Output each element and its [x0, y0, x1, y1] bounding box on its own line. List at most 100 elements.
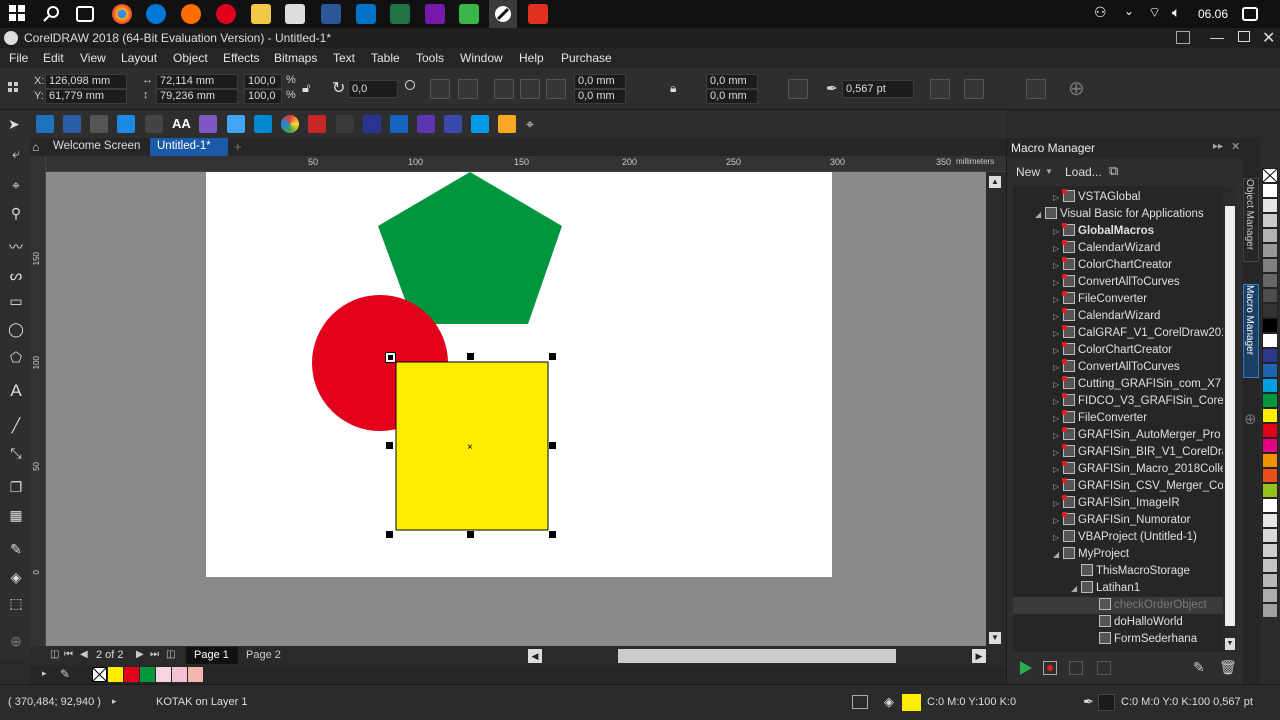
zoom-tool-icon[interactable]: ⚲: [6, 204, 26, 222]
tree-item[interactable]: ▷ ConvertAllToCurves: [1053, 359, 1180, 376]
tree-item[interactable]: ▷ GlobalMacros: [1053, 223, 1154, 240]
freehand-tool-icon[interactable]: 〰: [6, 238, 26, 256]
menu-layout[interactable]: Layout: [121, 51, 157, 65]
add-icon[interactable]: ⊕: [1068, 76, 1085, 101]
chevron-up-icon[interactable]: ⌄: [1124, 4, 1144, 24]
tree-item[interactable]: ▷ ColorChartCreator: [1053, 257, 1172, 274]
palette-arrow-icon[interactable]: ▸: [42, 668, 47, 679]
width-field[interactable]: 72,114 mm: [156, 74, 238, 89]
menu-effects[interactable]: Effects: [223, 51, 259, 65]
minimize-button[interactable]: —: [1210, 29, 1224, 45]
corel-photo-paint-icon[interactable]: [528, 4, 548, 24]
to-front-button[interactable]: [964, 79, 984, 99]
tree-item[interactable]: ▷ FileConverter: [1053, 410, 1147, 427]
docker-collapse-icon[interactable]: ▸▸: [1213, 141, 1223, 152]
palette-gray-40[interactable]: [1262, 243, 1278, 258]
network-icon[interactable]: ⌔: [1148, 4, 1168, 24]
swatch-none[interactable]: [92, 667, 107, 682]
macro-u2-icon[interactable]: [390, 115, 408, 133]
scale-width-field[interactable]: 100,0: [244, 74, 282, 89]
tree-item[interactable]: ▷ GRAFISin_CSV_Merger_Core: [1053, 478, 1223, 495]
palette-black[interactable]: [1262, 318, 1278, 333]
task-view-icon[interactable]: [76, 6, 94, 22]
search-icon[interactable]: [42, 4, 62, 24]
tree-expander-icon[interactable]: ◢: [1035, 206, 1045, 223]
palette-navy[interactable]: [1262, 348, 1278, 363]
corner-radius-top-left[interactable]: 0,0 mm: [574, 74, 626, 89]
tree-item[interactable]: ▷ ColorChartCreator: [1053, 342, 1172, 359]
menu-help[interactable]: Help: [519, 51, 544, 65]
ellipse-tool-icon[interactable]: ◯: [6, 320, 26, 338]
tab-welcome-screen[interactable]: Welcome Screen: [46, 138, 147, 156]
handle-bottom-left[interactable]: [386, 531, 393, 538]
tree-scrollbar[interactable]: ▼: [1223, 186, 1237, 652]
menu-text[interactable]: Text: [333, 51, 355, 65]
connector-tool-icon[interactable]: ⤡: [6, 444, 26, 462]
x-position-field[interactable]: 126,098 mm: [45, 74, 127, 89]
scroll-left-button[interactable]: ◀: [528, 649, 542, 663]
palette-none-swatch[interactable]: [1262, 168, 1278, 183]
tree-item[interactable]: ▷ CalendarWizard: [1053, 308, 1160, 325]
outline-width-field[interactable]: 0,567 pt: [842, 80, 914, 98]
swatch-green[interactable]: [140, 667, 155, 682]
palette-light-gray-2[interactable]: [1262, 528, 1278, 543]
restore-button[interactable]: [1238, 31, 1250, 42]
tree-expander-icon[interactable]: ▷: [1053, 529, 1063, 546]
last-page-icon[interactable]: ⏭: [150, 649, 159, 660]
palette-gray-70[interactable]: [1262, 288, 1278, 303]
add-page-before-icon[interactable]: ◫: [50, 649, 59, 660]
polygon-tool-icon[interactable]: ⬠: [6, 348, 26, 366]
macro-photo-icon[interactable]: [254, 115, 272, 133]
menu-bitmaps[interactable]: Bitmaps: [274, 51, 317, 65]
corner-radius-top-right[interactable]: 0,0 mm: [706, 74, 758, 89]
palette-eyedropper-icon[interactable]: ✎: [60, 667, 70, 681]
palette-red[interactable]: [1262, 423, 1278, 438]
lock-ratio-icon[interactable]: 🔓︎: [302, 80, 310, 96]
tree-item[interactable]: ▷ GRAFISin_Numorator: [1053, 512, 1190, 529]
smart-fill-tool-icon[interactable]: ⬚: [6, 594, 26, 612]
tree-item[interactable]: ThisMacroStorage: [1071, 563, 1190, 580]
tree-expander-icon[interactable]: ◢: [1071, 580, 1081, 597]
tree-item[interactable]: ▷ GRAFISin_ImageIR: [1053, 495, 1180, 512]
handle-bottom-center[interactable]: [467, 531, 474, 538]
palette-magenta[interactable]: [1262, 438, 1278, 453]
people-icon[interactable]: ⚇: [1094, 4, 1114, 24]
tree-item[interactable]: doHalloWorld: [1089, 614, 1183, 631]
macro-gear-icon[interactable]: [199, 115, 217, 133]
relative-corner-scaling-button[interactable]: [788, 79, 808, 99]
shape-tool-icon[interactable]: ⌖: [6, 176, 26, 194]
artistic-media-tool-icon[interactable]: ᔕ: [6, 266, 26, 284]
coreldraw-taskbar-icon[interactable]: [489, 0, 517, 28]
palette-gray-50[interactable]: [1262, 258, 1278, 273]
tree-item[interactable]: ▷ CalendarWizard: [1053, 240, 1160, 257]
macro-bug-icon[interactable]: [308, 115, 326, 133]
rotation-angle-field[interactable]: 0,0: [348, 80, 398, 98]
swatch-salmon[interactable]: [188, 667, 203, 682]
macro-target-icon[interactable]: [117, 115, 135, 133]
tree-item[interactable]: ◢ Latihan1: [1071, 580, 1140, 597]
circle-node-handle[interactable]: [385, 352, 396, 363]
vertical-ruler[interactable]: 150 100 50 0: [30, 156, 46, 646]
new-tab-icon[interactable]: +: [234, 139, 242, 154]
load-macro-button[interactable]: Load...: [1065, 165, 1102, 179]
tab-macro-manager[interactable]: Macro Manager: [1243, 284, 1259, 378]
palette-gray-80[interactable]: [1262, 303, 1278, 318]
pick-arrow-icon[interactable]: ➤: [8, 115, 26, 133]
palette-gray-60[interactable]: [1262, 273, 1278, 288]
palette-lime[interactable]: [1262, 483, 1278, 498]
run-macro-icon[interactable]: [1015, 658, 1035, 678]
macro-square-icon[interactable]: [227, 115, 245, 133]
drop-shadow-tool-icon[interactable]: ❐: [6, 478, 26, 496]
scroll-down-button[interactable]: ▼: [989, 632, 1001, 644]
scroll-up-button[interactable]: ▲: [989, 176, 1001, 188]
transparency-tool-icon[interactable]: ▦: [6, 506, 26, 524]
menu-table[interactable]: Table: [371, 51, 400, 65]
home-icon[interactable]: ⌂: [32, 140, 39, 154]
new-macro-button[interactable]: New: [1016, 165, 1040, 179]
opera-icon[interactable]: [216, 4, 236, 24]
tree-item[interactable]: ▷ FileConverter: [1053, 291, 1147, 308]
palette-white-3[interactable]: [1262, 498, 1278, 513]
macro-terminal-icon[interactable]: [145, 115, 163, 133]
menu-window[interactable]: Window: [460, 51, 503, 65]
menu-edit[interactable]: Edit: [43, 51, 64, 65]
